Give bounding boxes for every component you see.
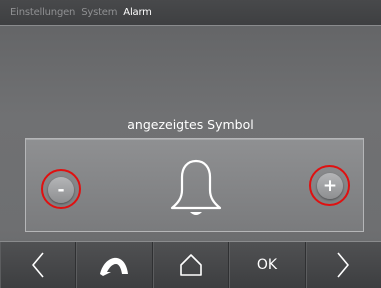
- nav-ok-button[interactable]: OK: [229, 242, 306, 288]
- breadcrumb-item-system[interactable]: System: [81, 7, 117, 18]
- section-title: angezeigtes Symbol: [127, 117, 254, 132]
- decrement-label: -: [57, 179, 65, 200]
- home-icon: [179, 254, 202, 276]
- breadcrumb-item-einstellungen[interactable]: Einstellungen: [10, 7, 75, 18]
- bottom-navbar: OK: [0, 241, 381, 288]
- symbol-selector-panel: - +: [25, 138, 364, 232]
- alarm-settings-screen: Einstellungen System Alarm angezeigtes S…: [0, 0, 381, 288]
- nav-back-button[interactable]: [76, 242, 153, 288]
- increment-label: +: [322, 175, 338, 196]
- nav-home-button[interactable]: [153, 242, 230, 288]
- ok-label: OK: [256, 257, 278, 273]
- decrement-button[interactable]: -: [48, 177, 74, 203]
- nav-left-button[interactable]: [0, 242, 77, 288]
- arrow-left-icon: [31, 252, 44, 278]
- arrow-right-icon: [337, 252, 350, 278]
- breadcrumb: Einstellungen System Alarm: [0, 0, 381, 26]
- breadcrumb-item-alarm: Alarm: [123, 7, 152, 18]
- back-icon: [100, 257, 129, 276]
- increment-button[interactable]: +: [317, 173, 343, 199]
- nav-right-button[interactable]: [306, 242, 381, 288]
- bell-icon: [170, 159, 222, 215]
